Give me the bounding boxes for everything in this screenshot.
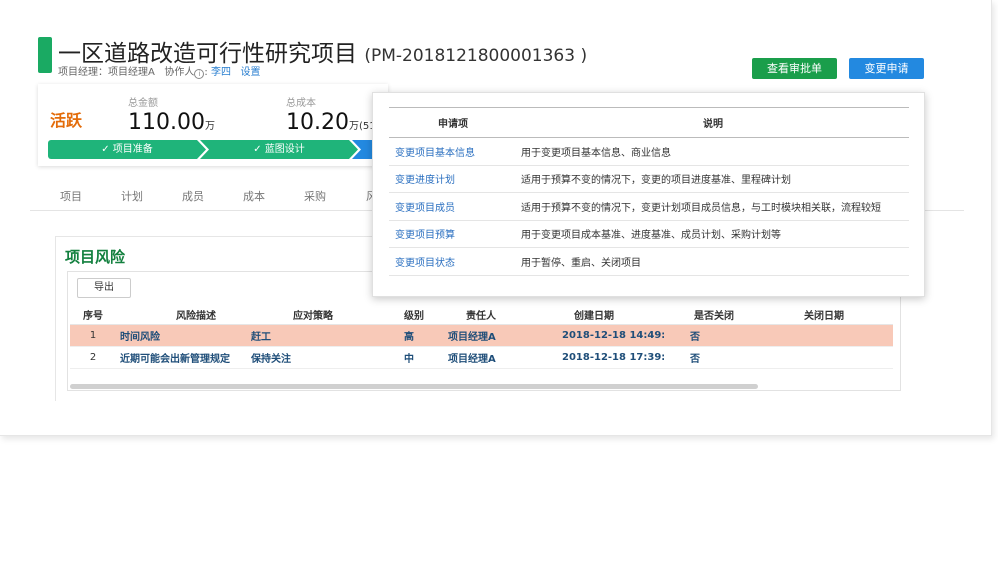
change-type-table: 申请项 说明 变更项目基本信息 用于变更项目基本信息、商业信息 变更进度计划 适…: [389, 107, 909, 276]
step-label: 蓝图设计: [264, 144, 305, 155]
cell-closed: 否: [664, 346, 776, 369]
col-request-item: 申请项: [389, 107, 517, 138]
cell-strategy: 赶工: [243, 324, 400, 347]
cell-level: 高: [400, 324, 440, 347]
popup-header-row: 申请项 说明: [389, 107, 909, 138]
list-item: 变更项目基本信息 用于变更项目基本信息、商业信息: [389, 137, 909, 166]
tab-procurement[interactable]: 采购: [304, 188, 326, 204]
change-desc: 用于暂停、重启、关闭项目: [517, 247, 909, 276]
col-level: 级别: [400, 306, 440, 325]
project-summary: 活跃 总金额 110.00万 总成本 10.20万(51.0 ✓ 项目准备 ✓ …: [38, 84, 388, 166]
horizontal-scrollbar[interactable]: [70, 384, 758, 389]
cell-created: 2018-12-18 17:39:27: [544, 346, 664, 369]
total-cost-number: 10.20: [286, 110, 349, 135]
list-item: 变更进度计划 适用于预算不变的情况下，变更的项目进度基准、里程碑计划: [389, 165, 909, 193]
risk-table: 序号 风险描述 应对策略 级别 责任人 创建日期 是否关闭 关闭日期 1 时间风…: [70, 306, 893, 369]
cell-close-date: [776, 346, 893, 369]
col-strategy: 应对策略: [243, 306, 400, 325]
col-description: 说明: [517, 107, 909, 138]
change-status-link[interactable]: 变更项目状态: [389, 247, 517, 276]
change-schedule-link[interactable]: 变更进度计划: [389, 165, 517, 193]
list-item: 变更项目成员 适用于预算不变的情况下，变更计划项目成员信息，与工时模块相关联，流…: [389, 192, 909, 221]
tab-plan[interactable]: 计划: [121, 188, 143, 204]
cell-desc: 近期可能会出新管理规定: [116, 346, 243, 369]
assistant-label: 协作人: [164, 67, 195, 78]
total-amount-number: 110.00: [128, 110, 205, 135]
status-badge: 活跃: [50, 111, 83, 130]
table-header-row: 序号 风险描述 应对策略 级别 责任人 创建日期 是否关闭 关闭日期: [70, 306, 893, 325]
view-approval-button[interactable]: 查看审批单: [752, 58, 837, 79]
step-blueprint-design[interactable]: ✓ 蓝图设计: [200, 140, 358, 159]
change-desc: 适用于预算不变的情况下，变更计划项目成员信息，与工时模块相关联，流程较短: [517, 192, 909, 221]
total-amount-label: 总金额: [128, 98, 158, 109]
title-accent-bar: [38, 37, 52, 73]
change-budget-link[interactable]: 变更项目预算: [389, 220, 517, 248]
col-seq: 序号: [70, 306, 116, 325]
change-desc: 用于变更项目基本信息、商业信息: [517, 137, 909, 166]
total-cost-label: 总成本: [286, 98, 316, 109]
col-desc: 风险描述: [116, 306, 243, 325]
cell-seq: 2: [70, 346, 116, 369]
cell-close-date: [776, 324, 893, 347]
check-icon: ✓: [253, 144, 262, 155]
col-closed: 是否关闭: [664, 306, 776, 325]
cell-level: 中: [400, 346, 440, 369]
risk-table-scroll: 序号 风险描述 应对策略 级别 责任人 创建日期 是否关闭 关闭日期 1 时间风…: [70, 306, 893, 386]
cell-seq: 1: [70, 324, 116, 347]
change-desc: 用于变更项目成本基准、进度基准、成员计划、采购计划等: [517, 220, 909, 248]
change-request-button[interactable]: 变更申请: [849, 58, 924, 79]
risk-title: 项目风险: [65, 248, 126, 266]
cell-strategy: 保持关注: [243, 346, 400, 369]
total-cost-value: 10.20万(51.0: [286, 110, 385, 135]
step-label: 项目准备: [112, 144, 153, 155]
change-basic-info-link[interactable]: 变更项目基本信息: [389, 137, 517, 166]
cell-created: 2018-12-18 14:49:24: [544, 324, 664, 347]
manager-label: 项目经理：项目经理A: [58, 67, 155, 78]
cell-closed: 否: [664, 324, 776, 347]
col-owner: 责任人: [440, 306, 544, 325]
project-code: (PM-2018121800001363 ): [364, 46, 588, 66]
col-created: 创建日期: [544, 306, 664, 325]
col-close-date: 关闭日期: [776, 306, 893, 325]
change-desc: 适用于预算不变的情况下，变更的项目进度基准、里程碑计划: [517, 165, 909, 193]
change-members-link[interactable]: 变更项目成员: [389, 192, 517, 221]
tab-project[interactable]: 项目: [60, 188, 82, 204]
settings-link[interactable]: 设置: [241, 67, 261, 78]
assistant-name-link[interactable]: 李四: [211, 67, 231, 78]
cell-owner: 项目经理A: [440, 324, 544, 347]
export-button[interactable]: 导出: [77, 278, 131, 298]
list-item: 变更项目状态 用于暂停、重启、关闭项目: [389, 247, 909, 276]
check-icon: ✓: [101, 144, 110, 155]
info-icon[interactable]: i: [194, 69, 205, 79]
cell-owner: 项目经理A: [440, 346, 544, 369]
project-subinfo: 项目经理：项目经理A 协作人 i: 李四 设置: [58, 67, 261, 79]
progress-steps: ✓ 项目准备 ✓ 蓝图设计: [48, 140, 388, 159]
table-row[interactable]: 1 时间风险 赶工 高 项目经理A 2018-12-18 14:49:24 否: [70, 324, 893, 347]
step-project-prep[interactable]: ✓ 项目准备: [48, 140, 206, 159]
tab-members[interactable]: 成员: [182, 188, 204, 204]
table-row[interactable]: 2 近期可能会出新管理规定 保持关注 中 项目经理A 2018-12-18 17…: [70, 346, 893, 369]
cell-desc: 时间风险: [116, 324, 243, 347]
tab-cost[interactable]: 成本: [243, 188, 265, 204]
total-amount-value: 110.00万: [128, 110, 215, 135]
list-item: 变更项目预算 用于变更项目成本基准、进度基准、成员计划、采购计划等: [389, 220, 909, 248]
project-card: 一区道路改造可行性研究项目 (PM-2018121800001363 ) 项目经…: [0, 0, 992, 436]
change-request-popup: 申请项 说明 变更项目基本信息 用于变更项目基本信息、商业信息 变更进度计划 适…: [372, 92, 925, 297]
total-amount-unit: 万: [204, 121, 215, 132]
